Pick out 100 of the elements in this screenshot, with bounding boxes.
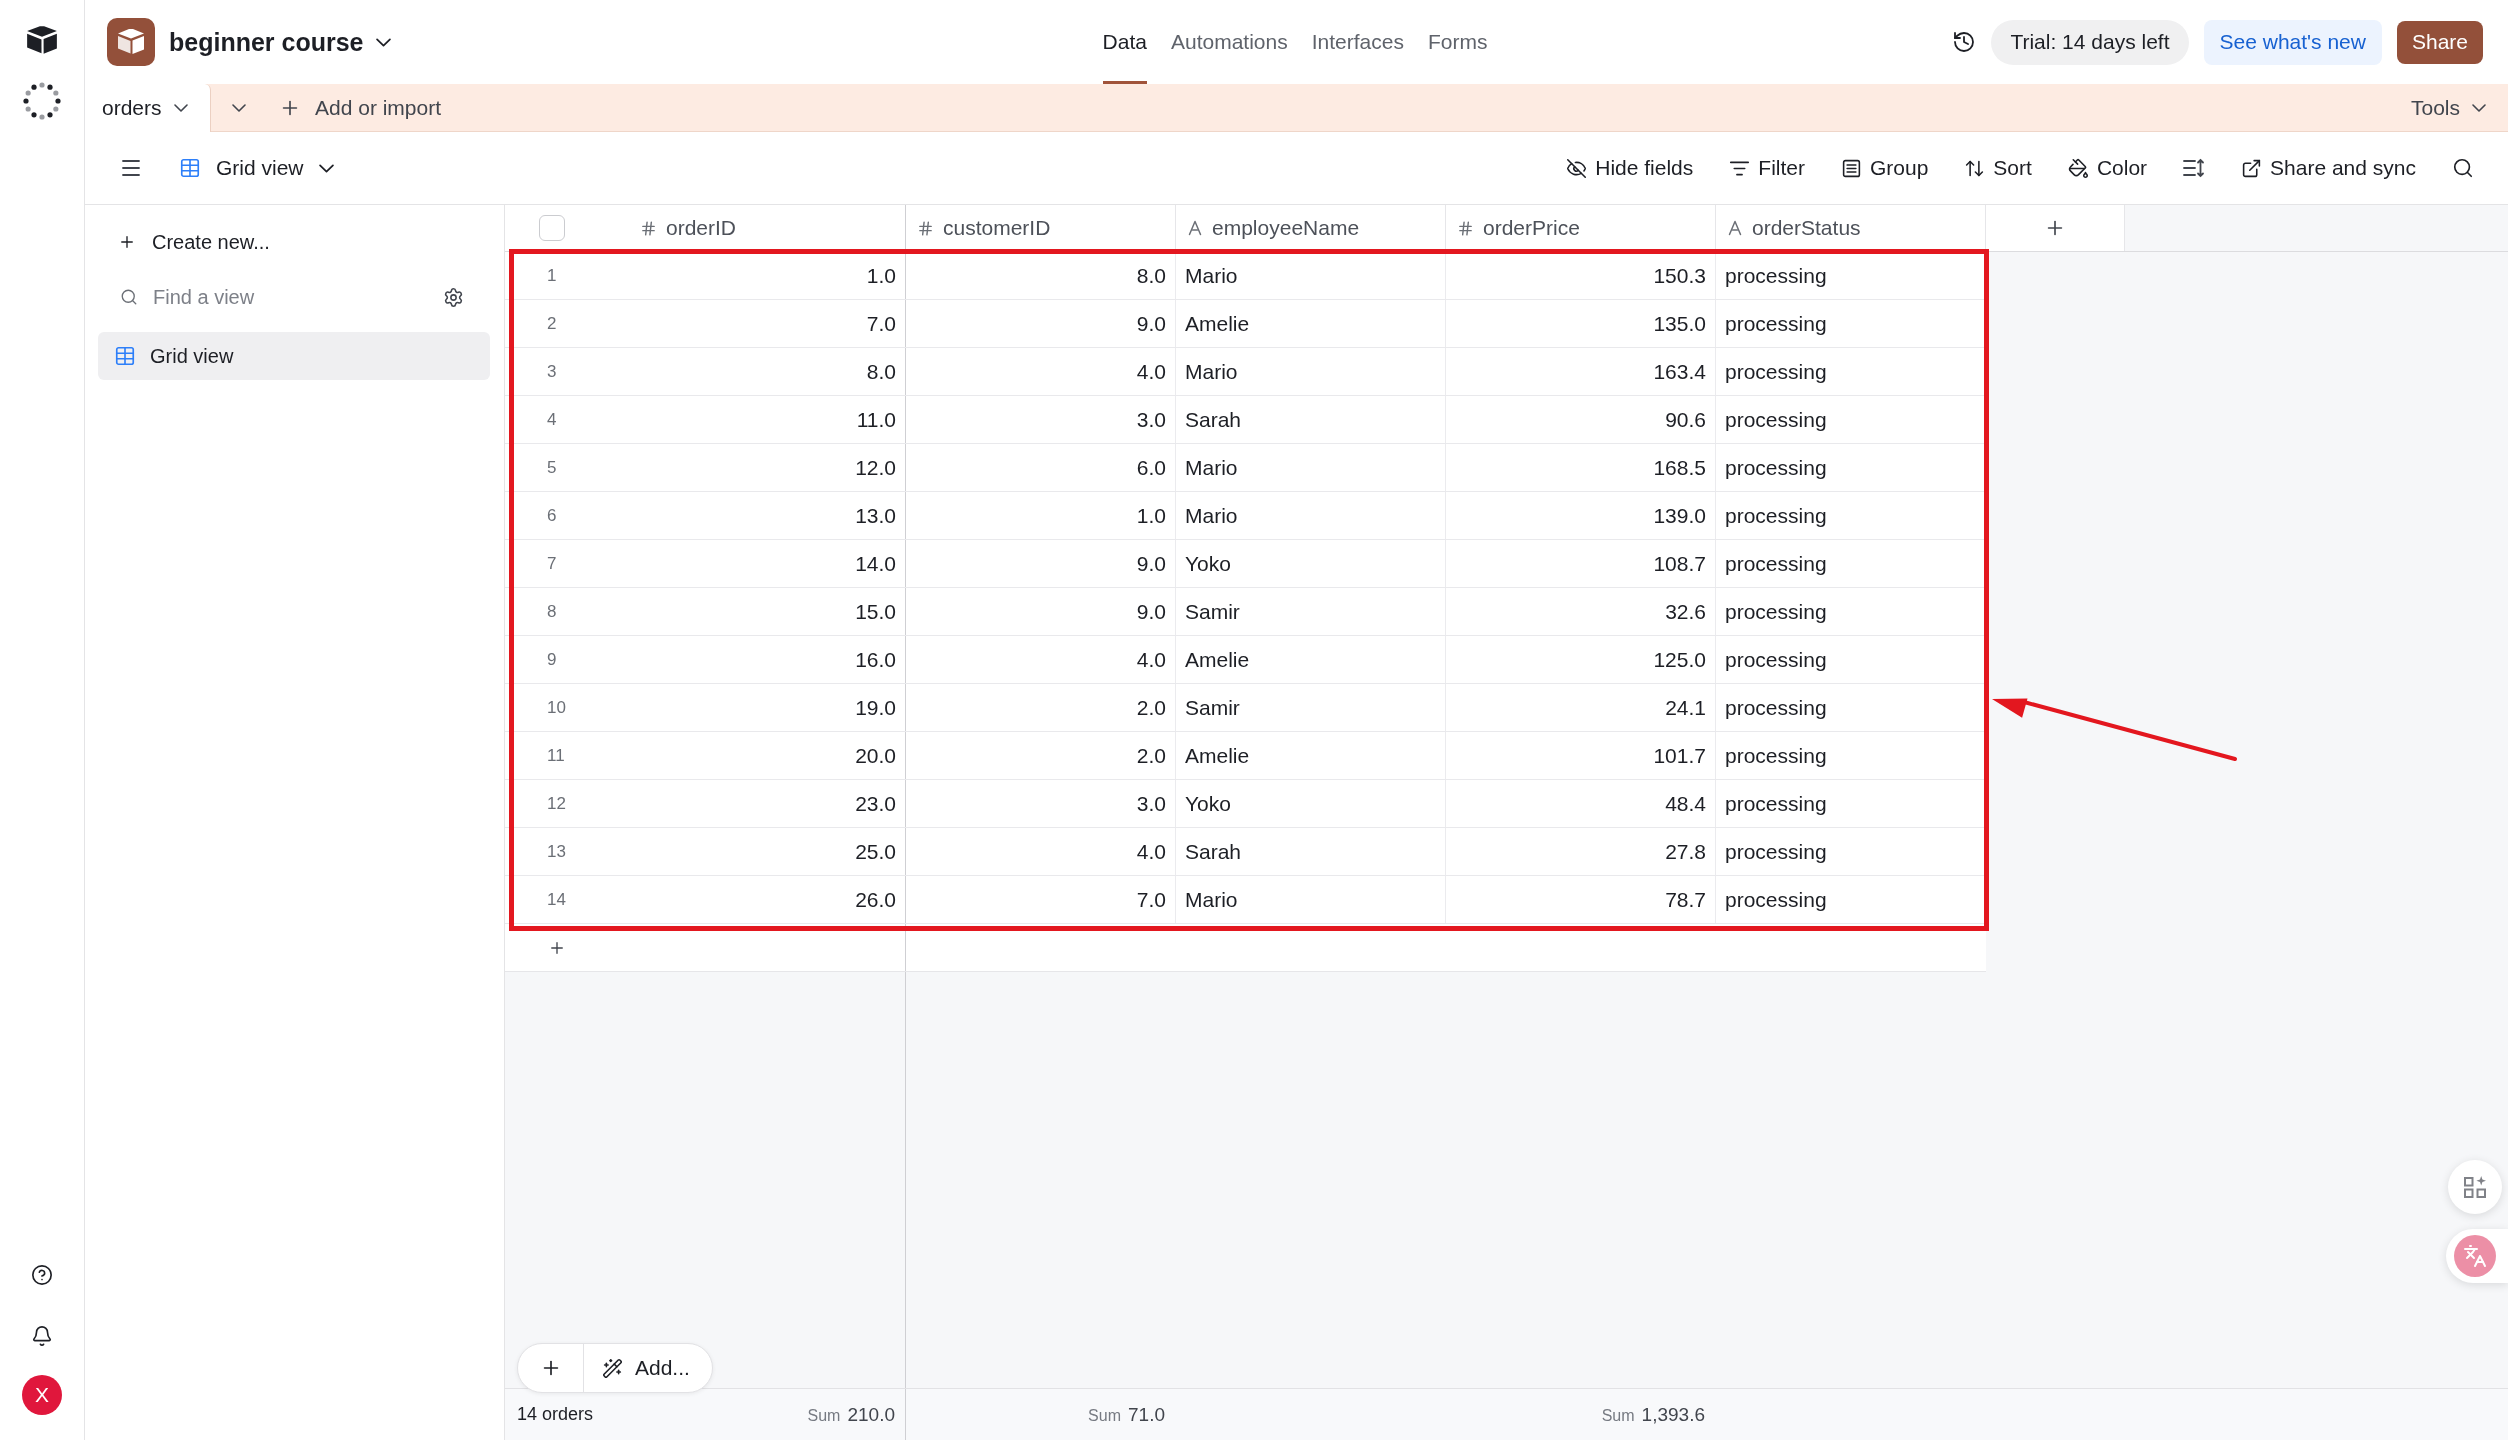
table-cell: 1.0 (906, 492, 1176, 539)
search-field[interactable]: Find a view (153, 285, 428, 309)
search-icon[interactable] (2452, 157, 2474, 179)
table-cell: processing (1716, 876, 1986, 923)
table-cell: 9.0 (906, 300, 1176, 347)
share-and-sync-button[interactable]: Share and sync (2231, 150, 2426, 186)
view-picker[interactable]: Grid view (179, 156, 334, 180)
row-number: 5 (546, 456, 558, 479)
hide-fields-button[interactable]: Hide fields (1556, 150, 1704, 186)
box-logo-icon[interactable] (25, 25, 59, 55)
external-link-icon (2241, 157, 2263, 179)
row-number: 12 (546, 792, 567, 815)
table-tab[interactable]: orders (85, 84, 211, 132)
table-cell: 26.0 (629, 876, 906, 923)
table-cell: 135.0 (1446, 300, 1716, 347)
settings-icon[interactable] (443, 286, 464, 308)
table-cell: 78.7 (1446, 876, 1716, 923)
table-cell: 4.0 (906, 636, 1176, 683)
row-height-icon[interactable] (2183, 158, 2206, 178)
caret-icon (318, 163, 334, 173)
row-number: 10 (546, 696, 567, 719)
table-cell: 3.0 (906, 396, 1176, 443)
summary-value: 210.0 (847, 1403, 895, 1426)
trial-button[interactable]: Trial: 14 days left (1991, 19, 2189, 65)
summary-value: 71.0 (1128, 1403, 1165, 1426)
table-cell: Yoko (1176, 540, 1446, 587)
summary-value: 1,393.6 (1641, 1403, 1705, 1426)
table-cell: 14.0 (629, 540, 906, 587)
table-cell: 125.0 (1446, 636, 1716, 683)
translate-icon (2454, 1235, 2496, 1277)
table-cell: 2.0 (906, 732, 1176, 779)
column-header[interactable]: customerID (906, 205, 1176, 251)
grid-sparkle-icon (2463, 1175, 2487, 1199)
table-cell: 11.0 (629, 396, 906, 443)
row-number: 13 (546, 840, 567, 863)
row-number: 3 (546, 360, 558, 383)
table-cell: 3.0 (906, 780, 1176, 827)
base-title[interactable]: beginner course (169, 27, 391, 57)
column-header[interactable]: orderPrice (1446, 205, 1716, 251)
tools-button[interactable]: Tools (2410, 84, 2486, 131)
table-cell: 8.0 (906, 252, 1176, 299)
table-cell: 101.7 (1446, 732, 1716, 779)
bell-icon[interactable] (31, 1325, 53, 1347)
table-cell: 23.0 (629, 780, 906, 827)
table-cell: processing (1716, 828, 1986, 875)
whats-new-button[interactable]: See what's new (2203, 19, 2382, 65)
eye-off-icon (1566, 157, 1588, 179)
group-icon (1841, 157, 1862, 179)
help-icon[interactable] (31, 1264, 53, 1286)
group-button[interactable]: Group (1831, 150, 1939, 186)
caret-icon (375, 37, 391, 47)
table-cell: 16.0 (629, 636, 906, 683)
history-icon[interactable] (1952, 30, 1977, 54)
sort-button[interactable]: Sort (1954, 150, 2042, 186)
dotted-ring-icon[interactable] (22, 81, 62, 121)
row-number: 11 (546, 744, 566, 767)
hash-icon (917, 219, 934, 237)
table-cell: processing (1716, 492, 1986, 539)
table-cell: 25.0 (629, 828, 906, 875)
table-cell: Amelie (1176, 636, 1446, 683)
filter-button[interactable]: Filter (1719, 150, 1815, 186)
row-number: 7 (546, 552, 558, 575)
nav-tab[interactable]: Automations (1170, 0, 1288, 84)
table-cell: 8.0 (629, 348, 906, 395)
add-menu-button[interactable]: Add... (584, 1344, 712, 1392)
row-number: 9 (546, 648, 558, 671)
table-cell: Mario (1176, 252, 1446, 299)
row-number: 1 (546, 264, 558, 287)
row-number: 4 (546, 408, 558, 431)
table-cell: 24.1 (1446, 684, 1716, 731)
search-icon (120, 288, 138, 306)
table-cell: 32.6 (1446, 588, 1716, 635)
user-avatar[interactable]: X (22, 1375, 62, 1415)
table-cell: 9.0 (906, 540, 1176, 587)
table-cell: 15.0 (629, 588, 906, 635)
table-cell: Amelie (1176, 732, 1446, 779)
select-all-checkbox[interactable] (539, 215, 565, 241)
add-or-import-button[interactable]: Add or import (267, 84, 454, 131)
column-header[interactable]: employeeName (1176, 205, 1446, 251)
row-number: 8 (546, 600, 558, 623)
table-cell: 150.3 (1446, 252, 1716, 299)
color-button[interactable]: Color (2057, 150, 2158, 186)
nav-tab[interactable]: Interfaces (1311, 0, 1404, 84)
table-cell: Amelie (1176, 300, 1446, 347)
table-cell: processing (1716, 396, 1986, 443)
nav-tab[interactable]: Forms (1427, 0, 1488, 84)
table-cell: 48.4 (1446, 780, 1716, 827)
view-list-item[interactable]: Grid view (98, 332, 490, 380)
column-header[interactable]: orderStatus (1716, 205, 1986, 251)
share-button[interactable]: Share (2396, 20, 2483, 64)
table-cell: Samir (1176, 588, 1446, 635)
table-cell: 90.6 (1446, 396, 1716, 443)
table-cell: 7.0 (906, 876, 1176, 923)
table-cell: Sarah (1176, 396, 1446, 443)
column-header[interactable]: orderID (629, 205, 906, 251)
hash-icon (1457, 219, 1474, 237)
table-cell: 4.0 (906, 828, 1176, 875)
table-cell: 9.0 (906, 588, 1176, 635)
record-count: 14 orders (517, 1404, 594, 1425)
create-new-button[interactable]: Create new... (98, 222, 490, 262)
